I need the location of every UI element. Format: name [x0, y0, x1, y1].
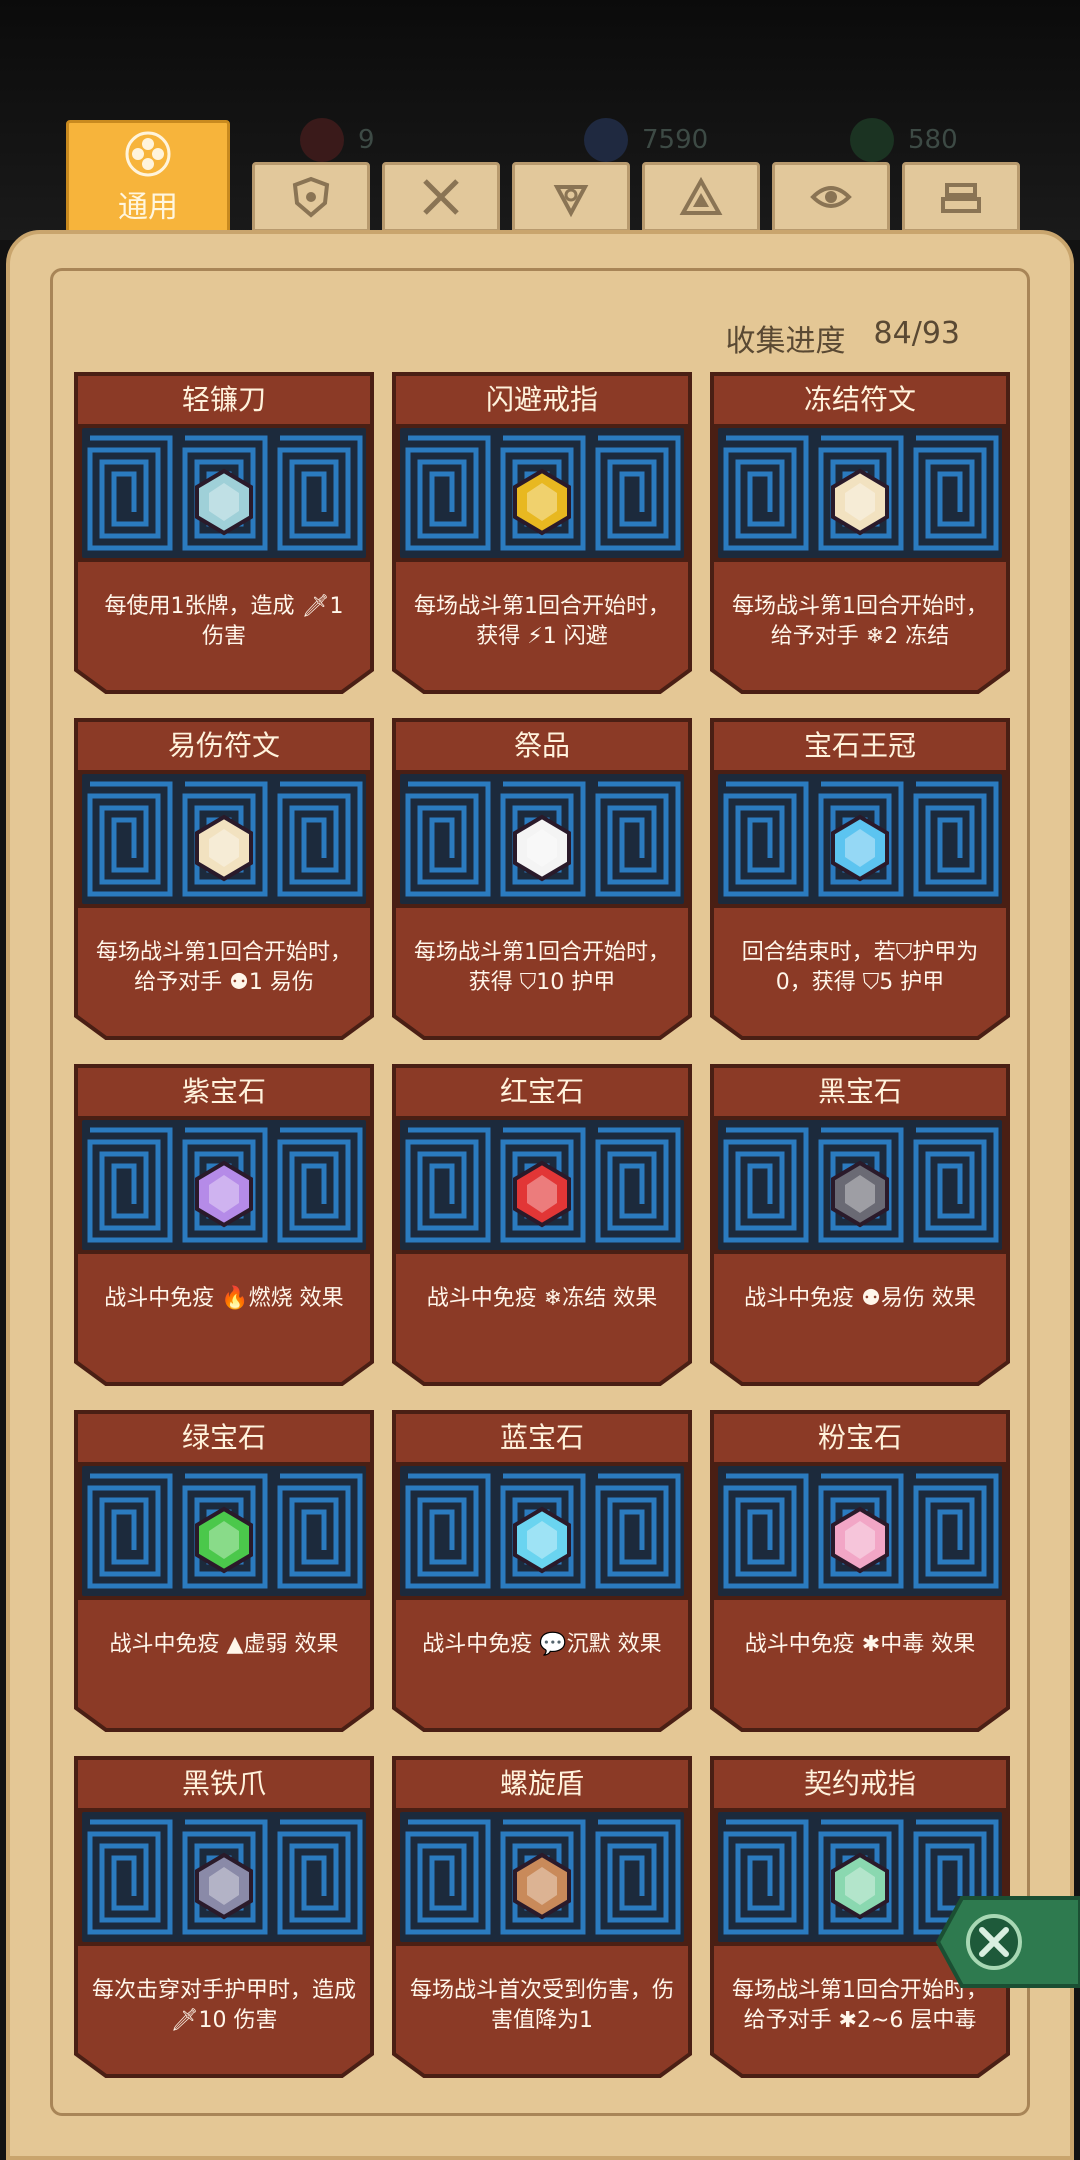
relic-name: 蓝宝石 — [499, 1421, 584, 1454]
relic-description: 战斗中免疫 💬沉默 效果 — [422, 1632, 662, 1657]
relic-name: 轻镰刀 — [181, 383, 266, 416]
red-gem-icon — [500, 1152, 584, 1236]
relic-description: 每次击穿对手护甲时，造成 🗡10 伤害 — [92, 1978, 357, 2033]
blue-gem-icon — [500, 1498, 584, 1582]
scythe-blade-icon — [182, 460, 266, 544]
tab-elements[interactable] — [642, 162, 760, 232]
tab-defense[interactable] — [252, 162, 370, 232]
relic-description: 战斗中免疫 ✱中毒 效果 — [744, 1632, 976, 1657]
spiral-shield-icon — [500, 1844, 584, 1928]
relic-card[interactable]: 易伤符文 每场战斗第1回合开始时，给予对手 ⚉1 易伤 — [72, 716, 376, 1042]
tab-general[interactable]: 通用 — [66, 120, 230, 236]
pink-gem-icon — [818, 1498, 902, 1582]
relic-name: 粉宝石 — [817, 1421, 902, 1454]
tab-attack[interactable] — [382, 162, 500, 232]
relic-name: 紫宝石 — [181, 1075, 266, 1108]
relic-description: 每使用1张牌，造成 🗡1 伤害 — [104, 594, 344, 649]
relic-name: 冻结符文 — [803, 383, 916, 416]
claw-icon — [182, 1844, 266, 1928]
relic-card[interactable]: 黑宝石 战斗中免疫 ⚉易伤 效果 — [708, 1062, 1012, 1388]
collection-progress: 收集进度 84/93 — [726, 316, 960, 360]
relic-description: 战斗中免疫 ▲虚弱 效果 — [109, 1632, 339, 1657]
tab-label: 通用 — [118, 190, 178, 225]
relic-description: 每场战斗第1回合开始时，给予对手 ⚉1 易伤 — [96, 940, 352, 995]
relic-name: 闪避戒指 — [485, 383, 598, 416]
relic-name: 绿宝石 — [181, 1421, 266, 1454]
tab-materials[interactable] — [902, 162, 1020, 232]
black-gem-icon — [818, 1152, 902, 1236]
shield-icon — [292, 176, 330, 218]
ring-icon — [500, 460, 584, 544]
relic-card[interactable]: 黑铁爪 每次击穿对手护甲时，造成 🗡10 伤害 — [72, 1754, 376, 2080]
tab-magic[interactable] — [512, 162, 630, 232]
relic-name: 黑宝石 — [817, 1075, 902, 1108]
relic-card[interactable]: 冻结符文 每场战斗第1回合开始时，给予对手 ❄2 冻结 — [708, 370, 1012, 696]
relic-name: 易伤符文 — [167, 729, 280, 762]
relic-name: 黑铁爪 — [181, 1767, 266, 1800]
tab-vision[interactable] — [772, 162, 890, 232]
relic-name: 宝石王冠 — [803, 729, 916, 762]
relic-card[interactable]: 轻镰刀 每使用1张牌，造成 🗡1 伤害 — [72, 370, 376, 696]
relic-name: 螺旋盾 — [499, 1767, 584, 1800]
bricks-icon — [941, 183, 981, 213]
relic-card[interactable]: 螺旋盾 每场战斗首次受到伤害，伤害值降为1 — [390, 1754, 694, 2080]
relic-description: 每场战斗首次受到伤害，伤害值降为1 — [410, 1978, 675, 2033]
relic-description: 战斗中免疫 ❄冻结 效果 — [426, 1286, 658, 1311]
relic-card[interactable]: 粉宝石 战斗中免疫 ✱中毒 效果 — [708, 1408, 1012, 1734]
scroll-icon — [182, 806, 266, 890]
relic-card[interactable]: 闪避戒指 每场战斗第1回合开始时，获得 ⚡1 闪避 — [390, 370, 694, 696]
category-tabs: 通用 — [0, 120, 1080, 236]
relic-description: 每场战斗第1回合开始时，获得 ⛉10 护甲 — [414, 940, 670, 995]
relic-description: 每场战斗第1回合开始时，获得 ⚡1 闪避 — [414, 594, 670, 649]
relic-description: 战斗中免疫 ⚉易伤 效果 — [744, 1286, 976, 1311]
swords-icon — [423, 179, 459, 215]
relic-name: 契约戒指 — [803, 1767, 916, 1800]
relic-description: 回合结束时，若⛉护甲为0，获得 ⛉5 护甲 — [741, 940, 979, 995]
relic-card[interactable]: 红宝石 战斗中免疫 ❄冻结 效果 — [390, 1062, 694, 1388]
close-button[interactable] — [918, 1892, 1080, 1992]
relic-card[interactable]: 祭品 每场战斗第1回合开始时，获得 ⛉10 护甲 — [390, 716, 694, 1042]
progress-value: 84/93 — [873, 316, 960, 351]
green-gem-icon — [182, 1498, 266, 1582]
relic-name: 祭品 — [513, 729, 570, 762]
relic-card[interactable]: 紫宝石 战斗中免疫 🔥燃烧 效果 — [72, 1062, 376, 1388]
relic-card[interactable]: 绿宝石 战斗中免疫 ▲虚弱 效果 — [72, 1408, 376, 1734]
relic-name: 红宝石 — [499, 1075, 584, 1108]
relic-description: 战斗中免疫 🔥燃烧 效果 — [104, 1286, 344, 1311]
relic-description: 每场战斗第1回合开始时，给予对手 ❄2 冻结 — [732, 594, 988, 649]
eye-icon — [810, 186, 852, 208]
progress-label: 收集进度 — [725, 324, 846, 359]
purple-gem-icon — [182, 1152, 266, 1236]
triangle-icon — [679, 176, 723, 215]
skull-icon — [500, 806, 584, 890]
relic-card[interactable]: 蓝宝石 战斗中免疫 💬沉默 效果 — [390, 1408, 694, 1734]
crown-icon — [818, 806, 902, 890]
clover-icon — [125, 131, 171, 177]
spiral-icon — [553, 185, 589, 218]
leaf-ring-icon — [818, 1844, 902, 1928]
scroll-icon — [818, 460, 902, 544]
relic-card[interactable]: 宝石王冠 回合结束时，若⛉护甲为0，获得 ⛉5 护甲 — [708, 716, 1012, 1042]
